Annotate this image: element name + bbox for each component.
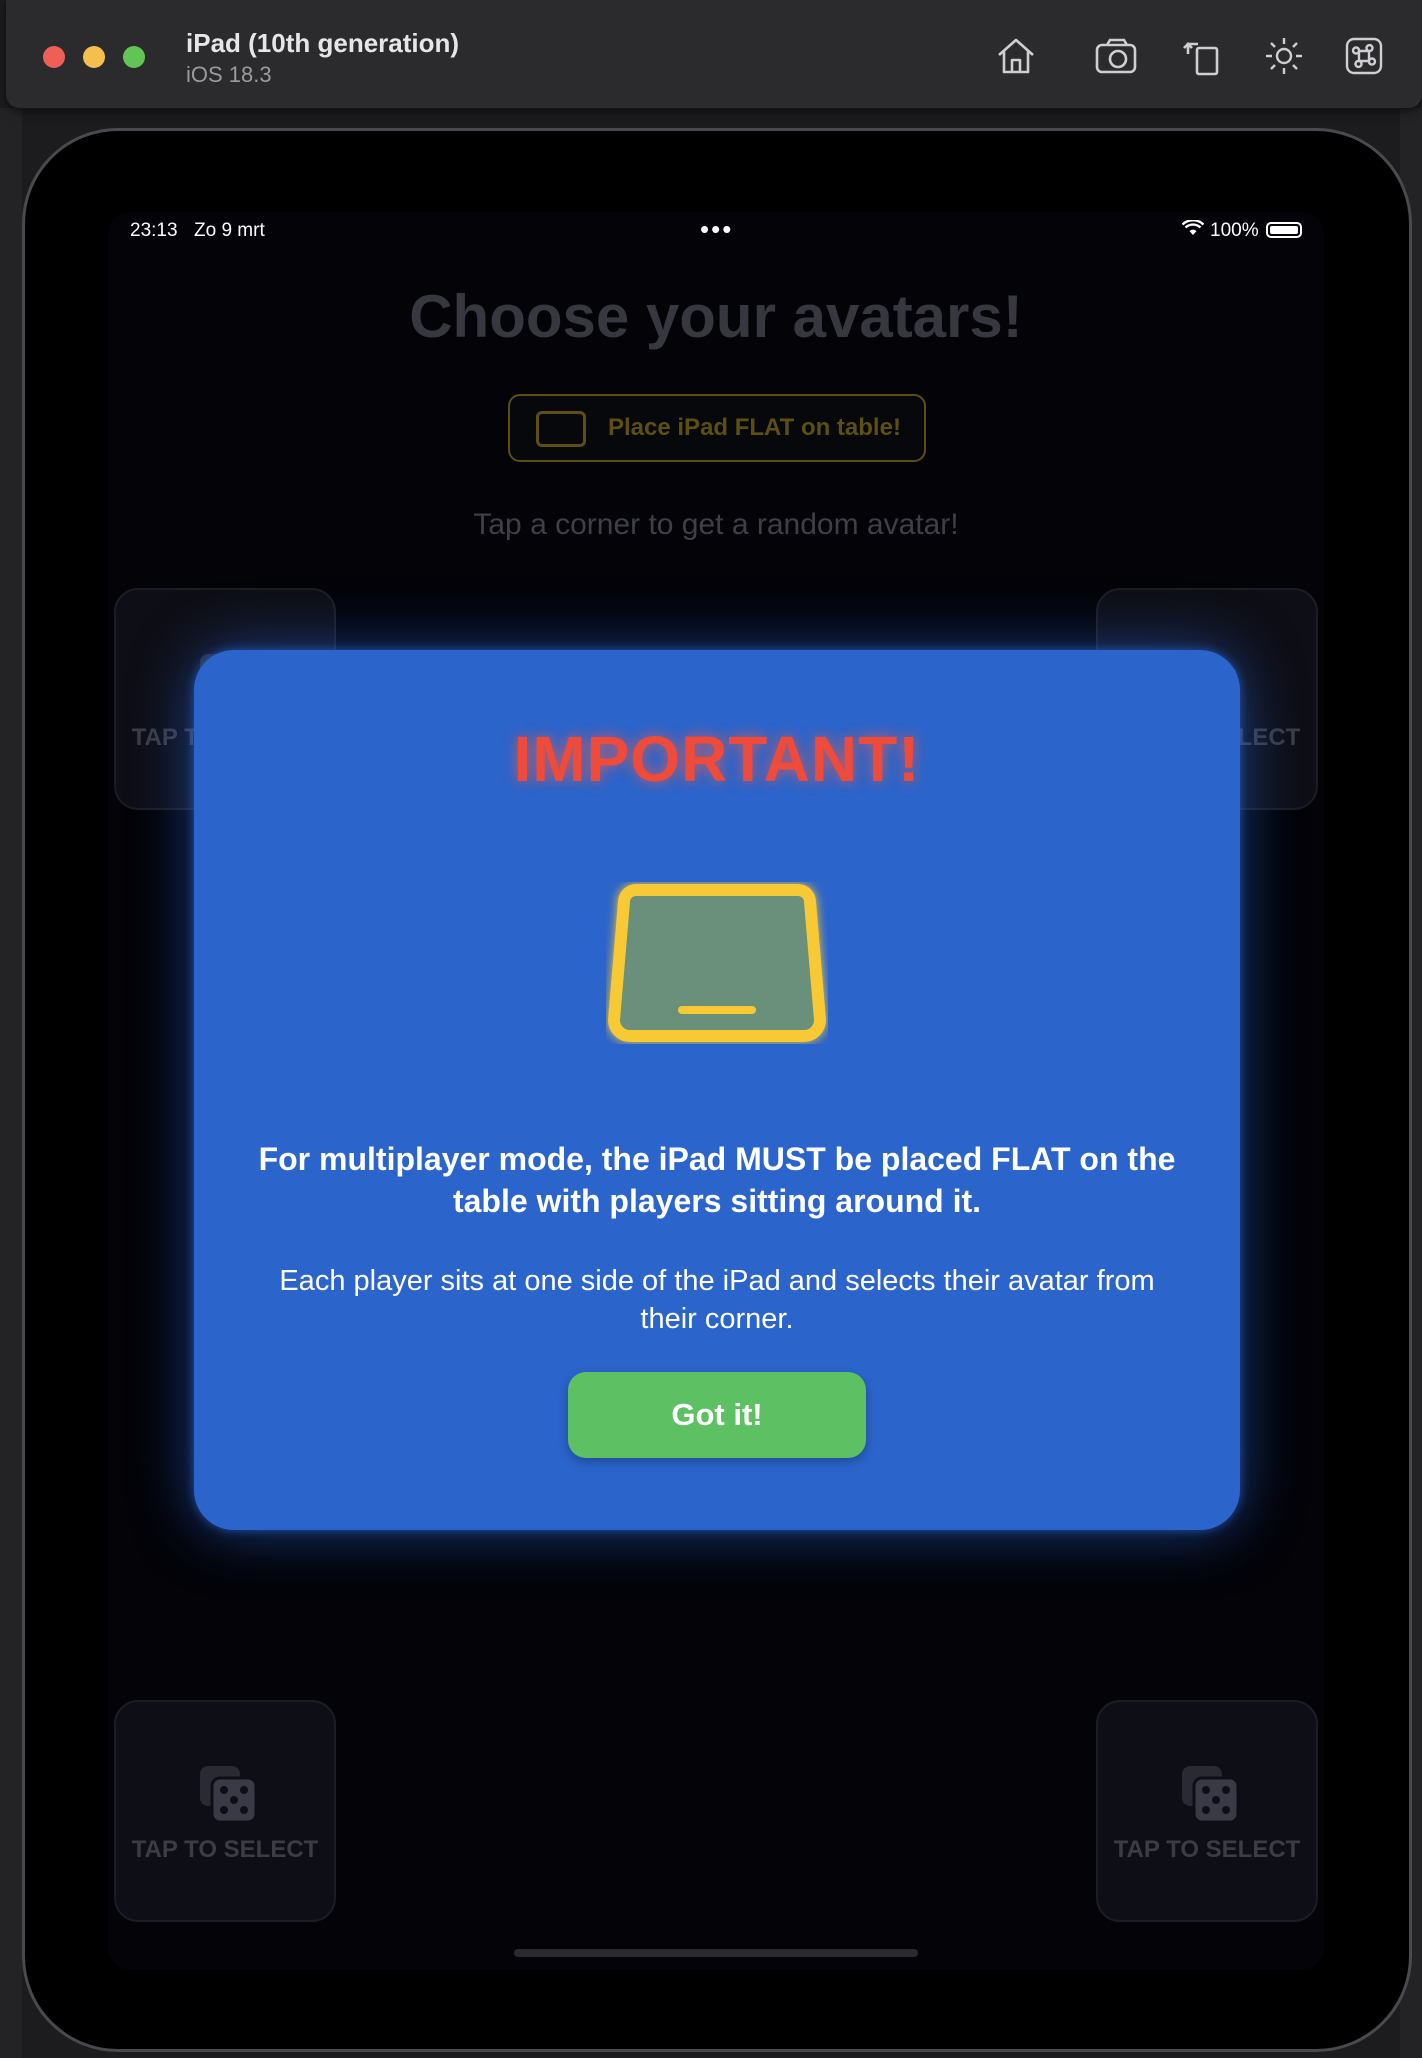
screenshot-icon: [1095, 38, 1137, 74]
dice-icon: [200, 1766, 258, 1824]
brightness-icon: [1266, 38, 1302, 74]
zoom-window-button[interactable]: [123, 46, 145, 68]
rotate-icon: [1183, 42, 1219, 76]
important-modal: IMPORTANT! For multiplayer mode, the iPa…: [194, 650, 1240, 1530]
status-time: 23:13: [130, 220, 178, 241]
corner-label: TAP TO SELECT: [1113, 1836, 1301, 1863]
battery-percent: 100%: [1210, 220, 1259, 241]
corner-bottom-right[interactable]: TAP TO SELECT: [1096, 1700, 1318, 1922]
rotate-button[interactable]: [1178, 30, 1230, 82]
command-button[interactable]: [1338, 30, 1390, 82]
close-window-button[interactable]: [43, 46, 65, 68]
minimize-window-button[interactable]: [83, 46, 105, 68]
os-version: iOS 18.3: [186, 62, 272, 87]
dice-icon: [1182, 1766, 1240, 1824]
home-indicator[interactable]: [514, 1949, 918, 1957]
page-title: Choose your avatars!: [409, 283, 1023, 350]
status-bar: 23:13 Zo 9 mrt ••• 100%: [108, 212, 1324, 248]
home-icon: [998, 38, 1034, 74]
multitasking-dots[interactable]: •••: [700, 214, 733, 245]
battery-icon: [1266, 222, 1302, 238]
corner-label: TAP TO SELECT: [131, 1836, 319, 1863]
appearance-button[interactable]: [1258, 30, 1310, 82]
modal-body-text: Each player sits at one side of the iPad…: [279, 1265, 1155, 1335]
status-date: Zo 9 mrt: [194, 220, 265, 241]
home-button[interactable]: [990, 30, 1042, 82]
flat-banner: Place iPad FLAT on table!: [508, 394, 926, 462]
screenshot-button[interactable]: [1090, 30, 1142, 82]
modal-title: IMPORTANT!: [513, 723, 921, 795]
ipad-flat-icon: [536, 411, 586, 447]
modal-bold-text: For multiplayer mode, the iPad MUST be p…: [258, 1141, 1176, 1219]
background-window-left: [0, 108, 22, 2058]
ipad-flat-icon: [607, 884, 827, 1042]
got-it-button[interactable]: Got it!: [568, 1372, 866, 1458]
corner-bottom-left[interactable]: TAP TO SELECT: [114, 1700, 336, 1922]
flat-banner-label: Place iPad FLAT on table!: [608, 414, 901, 441]
instruction-text: Tap a corner to get a random avatar!: [473, 508, 959, 541]
command-icon: [1345, 37, 1383, 75]
wifi-icon: [1181, 219, 1205, 242]
ipad-screen: 23:13 Zo 9 mrt ••• 100% Choose your avat…: [108, 212, 1324, 1970]
device-name: iPad (10th generation): [186, 28, 460, 58]
simulator-toolbar: iPad (10th generation) iOS 18.3: [6, 0, 1422, 109]
